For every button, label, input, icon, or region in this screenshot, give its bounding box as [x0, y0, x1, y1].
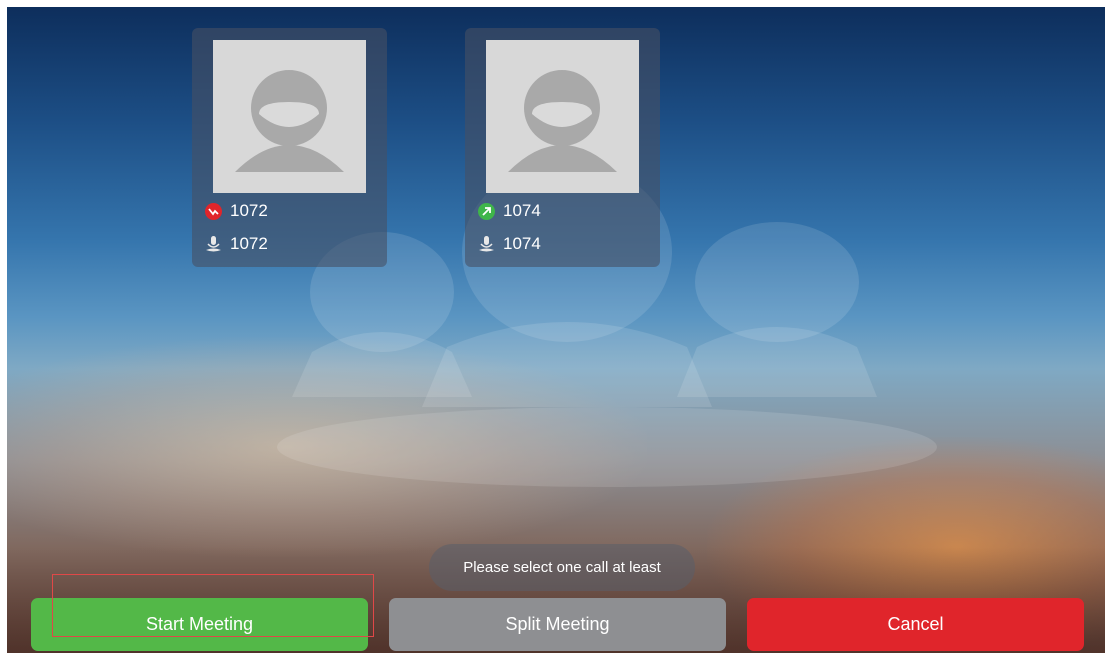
microphone-number: 1072 — [230, 234, 268, 253]
microphone-icon — [479, 236, 494, 252]
user-placeholder-icon — [213, 40, 366, 193]
user-placeholder-icon — [486, 40, 639, 193]
split-meeting-button[interactable]: Split Meeting — [389, 598, 726, 651]
conference-screen: 1072 1072 1074 1074 Please select one ca… — [7, 7, 1105, 653]
participant-card[interactable]: 1074 1074 — [465, 28, 660, 267]
microphone-icon — [206, 236, 221, 252]
microphone-row: 1074 — [478, 232, 541, 256]
caller-row: 1074 — [478, 199, 541, 223]
caller-number: 1074 — [503, 201, 541, 220]
microphone-number: 1074 — [503, 234, 541, 253]
toast-message: Please select one call at least — [429, 544, 695, 591]
outgoing-call-icon — [478, 202, 495, 220]
start-meeting-button[interactable]: Start Meeting — [31, 598, 368, 651]
held-call-icon — [205, 202, 222, 220]
participant-card[interactable]: 1072 1072 — [192, 28, 387, 267]
caller-number: 1072 — [230, 201, 268, 220]
cancel-button[interactable]: Cancel — [747, 598, 1084, 651]
caller-row: 1072 — [205, 199, 268, 223]
microphone-row: 1072 — [205, 232, 268, 256]
